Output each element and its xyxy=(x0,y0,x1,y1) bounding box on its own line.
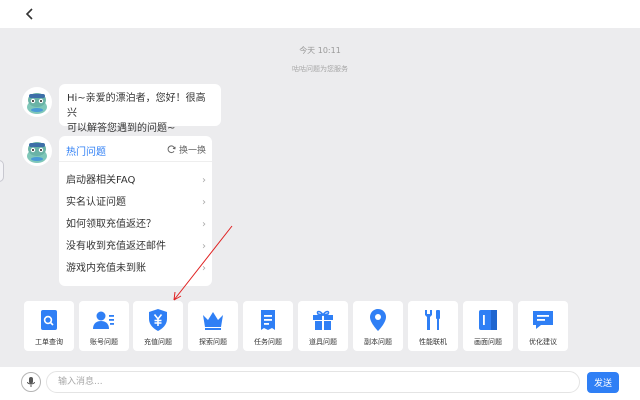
category-performance[interactable]: 性能联机 xyxy=(408,301,458,351)
hot-question-item[interactable]: 启动器相关FAQ › xyxy=(66,171,206,191)
side-handle[interactable] xyxy=(0,160,4,182)
microphone-icon xyxy=(27,377,35,387)
chat-bubble-icon xyxy=(533,311,553,329)
hot-question-label: 没有收到充值返还邮件 xyxy=(66,241,166,252)
task-list-icon xyxy=(261,310,275,330)
account-icon xyxy=(93,311,114,329)
category-label: 优化建议 xyxy=(529,338,557,346)
hot-questions-card: 热门问题 换一换 启动器相关FAQ › 实名认证问题 › 如何领取充值返还？ ›… xyxy=(59,136,212,286)
service-notice: 咕咕问题为您服务 xyxy=(292,65,348,73)
document-icon xyxy=(479,310,497,330)
hot-question-item[interactable]: 没有收到充值返还邮件 › xyxy=(66,237,206,257)
hot-question-item[interactable]: 如何领取充值返还？ › xyxy=(66,215,206,235)
greeting-line-2: 可以解答您遇到的问题~ xyxy=(67,123,176,134)
chevron-right-icon: › xyxy=(202,197,206,208)
hot-question-label: 启动器相关FAQ xyxy=(66,175,136,186)
category-label: 工单查询 xyxy=(35,338,63,346)
greeting-line-1: Hi~亲爱的漂泊者，您好！很高兴 xyxy=(67,93,206,119)
category-ticket-query[interactable]: 工单查询 xyxy=(24,301,74,351)
category-item[interactable]: 道具问题 xyxy=(298,301,348,351)
category-label: 账号问题 xyxy=(90,338,118,346)
hot-questions-title: 热门问题 xyxy=(66,147,106,158)
mascot-icon xyxy=(27,142,47,163)
top-bar xyxy=(0,0,640,28)
hot-question-label: 如何领取充值返还？ xyxy=(66,219,156,230)
message-timestamp: 今天 10:11 xyxy=(299,46,341,55)
back-button[interactable] xyxy=(20,4,40,24)
bot-avatar xyxy=(22,136,52,166)
category-label: 副本问题 xyxy=(364,338,392,346)
yen-shield-icon xyxy=(149,309,167,331)
category-label: 充值问题 xyxy=(144,338,172,346)
ticket-search-icon xyxy=(41,310,57,330)
greeting-bubble: Hi~亲爱的漂泊者，您好！很高兴 可以解答您遇到的问题~ xyxy=(59,84,221,134)
voice-button[interactable] xyxy=(21,372,41,392)
category-label: 性能联机 xyxy=(419,338,447,346)
tools-icon xyxy=(425,310,440,330)
category-label: 画面问题 xyxy=(474,338,502,346)
refresh-icon xyxy=(167,145,176,154)
chevron-right-icon: › xyxy=(202,175,206,186)
bot-avatar xyxy=(22,87,52,117)
hot-question-item[interactable]: 游戏内充值未到账 › xyxy=(66,259,206,279)
hot-questions-header: 热门问题 换一换 xyxy=(59,136,212,162)
hot-question-label: 游戏内充值未到账 xyxy=(66,263,146,274)
category-recharge[interactable]: 充值问题 xyxy=(133,301,183,351)
category-explore[interactable]: 探索问题 xyxy=(188,301,238,351)
category-display[interactable]: 画面问题 xyxy=(463,301,513,351)
message-input[interactable] xyxy=(46,371,580,393)
refresh-label: 换一换 xyxy=(178,146,206,156)
category-label: 探索问题 xyxy=(199,338,227,346)
chevron-right-icon: › xyxy=(202,241,206,252)
chevron-right-icon: › xyxy=(202,263,206,274)
refresh-button[interactable]: 换一换 xyxy=(167,143,206,156)
category-account[interactable]: 账号问题 xyxy=(79,301,129,351)
send-button[interactable]: 发送 xyxy=(587,372,619,393)
chevron-right-icon: › xyxy=(202,219,206,230)
category-label: 任务问题 xyxy=(254,338,282,346)
category-suggestion[interactable]: 优化建议 xyxy=(518,301,568,351)
crown-icon xyxy=(203,312,223,330)
hot-question-item[interactable]: 实名认证问题 › xyxy=(66,193,206,213)
hot-question-label: 实名认证问题 xyxy=(66,197,126,208)
chevron-left-icon xyxy=(25,8,33,20)
mascot-icon xyxy=(27,93,47,114)
gift-icon xyxy=(313,310,333,330)
category-label: 道具问题 xyxy=(309,338,337,346)
category-task[interactable]: 任务问题 xyxy=(243,301,293,351)
category-dungeon[interactable]: 副本问题 xyxy=(353,301,403,351)
location-pin-icon xyxy=(370,309,386,331)
